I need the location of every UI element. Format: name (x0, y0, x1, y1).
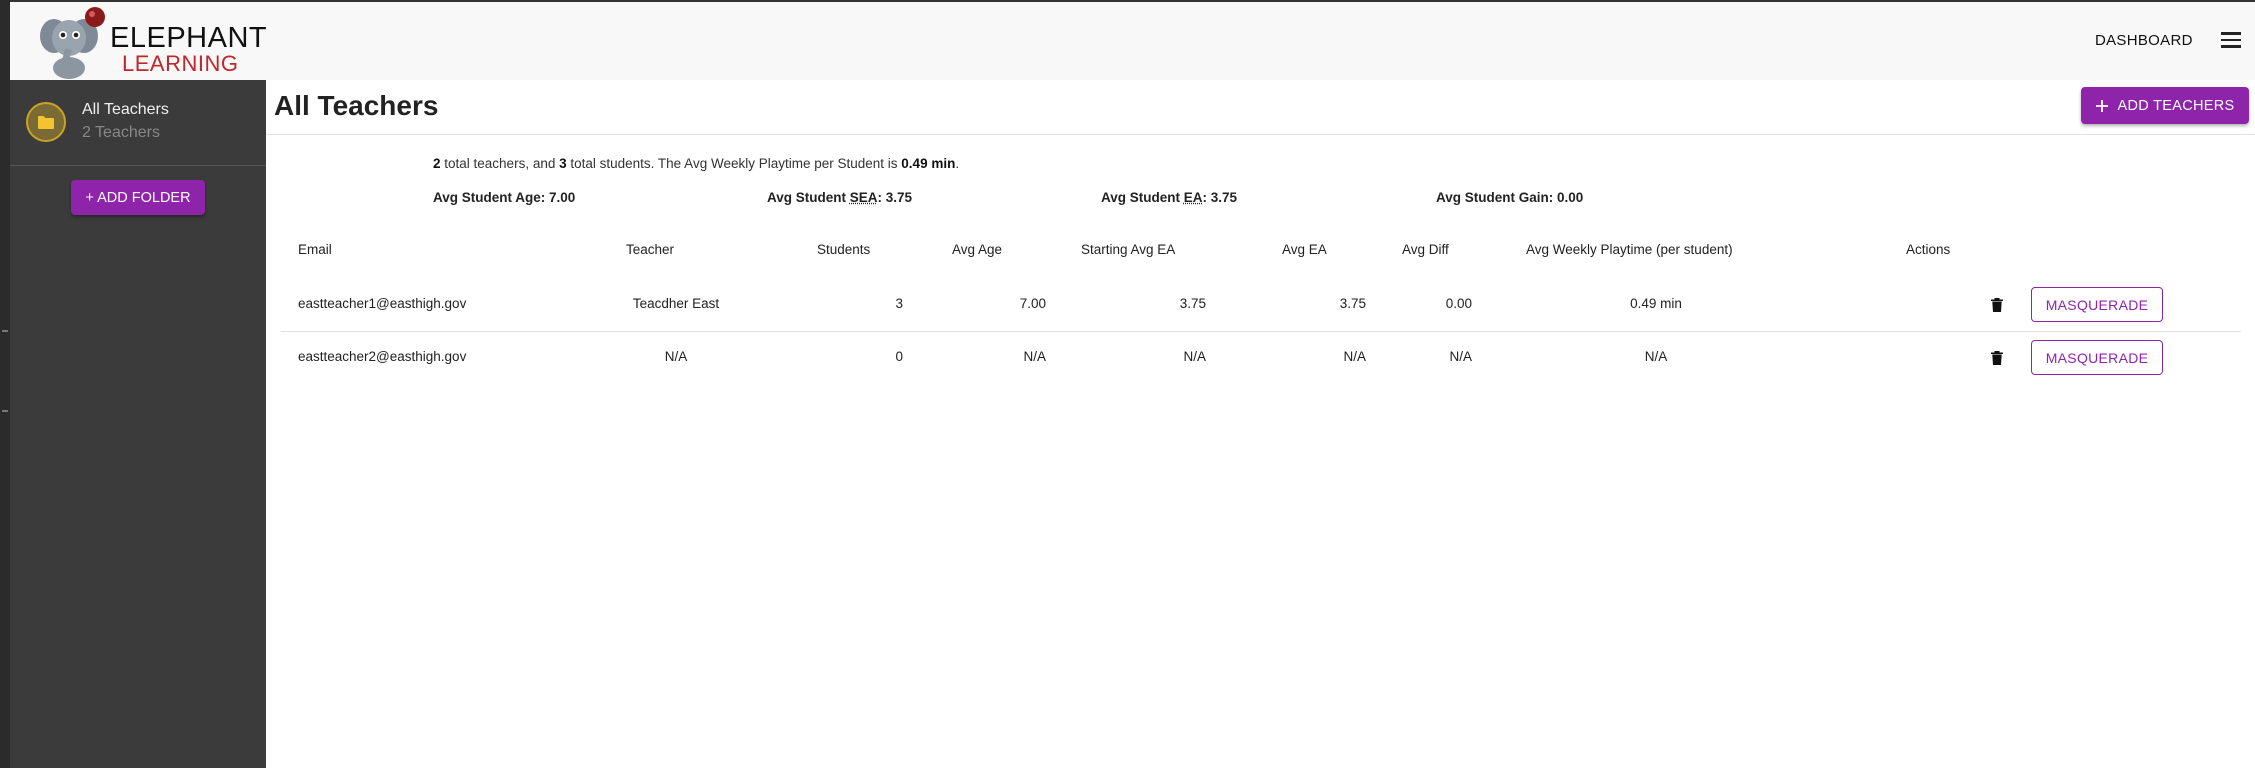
folder-teacher-count: 2 Teachers (82, 124, 160, 141)
cell-avg-age: 7.00 (1019, 296, 1046, 311)
avg-playtime-value: 0.49 min (901, 156, 956, 171)
folder-title: All Teachers (82, 101, 169, 118)
avg-student-age-stat: Avg Student Age: 7.00 (433, 190, 576, 205)
brand-logo[interactable]: ELEPHANT LEARNING (32, 6, 272, 80)
add-teachers-label: ADD TEACHERS (2117, 97, 2235, 114)
cell-email: eastteacher2@easthigh.gov (298, 349, 467, 364)
hamburger-menu-icon[interactable] (2221, 32, 2241, 48)
summary-text-part: total students. The Avg Weekly Playtime … (566, 156, 902, 171)
avg-student-gain-stat: Avg Student Gain: 0.00 (1436, 190, 1584, 205)
cell-starting-avg-ea: 3.75 (1179, 296, 1206, 311)
plus-icon (2095, 99, 2108, 112)
column-header-avg-ea[interactable]: Avg EA (1282, 242, 1327, 257)
cell-teacher: N/A (664, 349, 688, 364)
ea-abbreviation: EA (1183, 190, 1203, 205)
students-count: 3 (559, 156, 567, 171)
cell-students: 0 (895, 349, 903, 364)
column-header-actions: Actions (1906, 242, 1951, 257)
masquerade-button[interactable]: MASQUERADE (2031, 340, 2163, 375)
column-header-students[interactable]: Students (817, 242, 870, 257)
cell-avg-weekly-playtime: N/A (1644, 349, 1668, 364)
column-header-teacher[interactable]: Teacher (626, 242, 674, 257)
summary-text-part: . (955, 156, 960, 171)
folder-avatar (26, 102, 66, 142)
top-app-bar: ELEPHANT LEARNING DASHBOARD (10, 0, 2255, 80)
cell-avg-age: N/A (1023, 349, 1046, 364)
column-header-email[interactable]: Email (298, 242, 332, 257)
left-edge-strip (0, 0, 10, 768)
teachers-count: 2 (433, 156, 441, 171)
cell-avg-diff: 0.00 (1445, 296, 1472, 311)
column-header-avg-weekly-playtime[interactable]: Avg Weekly Playtime (per student) (1526, 242, 1733, 257)
folder-sidebar: All Teachers 2 Teachers + ADD FOLDER (10, 80, 266, 768)
row-divider (281, 331, 2241, 332)
brand-name-line2: LEARNING (122, 51, 239, 76)
avg-student-ea-stat: Avg Student EA: 3.75 (1101, 190, 1238, 205)
column-header-avg-diff[interactable]: Avg Diff (1402, 242, 1449, 257)
folder-icon (38, 115, 54, 129)
edge-mark (2, 410, 8, 412)
header-divider (266, 134, 2255, 135)
masquerade-button[interactable]: MASQUERADE (2031, 287, 2163, 322)
summary-text: 2 total teachers, and 3 total students. … (433, 156, 959, 171)
cell-avg-ea: N/A (1343, 349, 1366, 364)
delete-trash-icon[interactable] (1990, 297, 2004, 313)
summary-text-part: total teachers, and (440, 156, 560, 171)
main-content: All Teachers ADD TEACHERS 2 total teache… (266, 80, 2255, 768)
dashboard-nav-link[interactable]: DASHBOARD (2095, 32, 2193, 49)
sea-abbreviation: SEA (849, 190, 878, 205)
cell-email: eastteacher1@easthigh.gov (298, 296, 467, 311)
cell-avg-diff: N/A (1449, 349, 1472, 364)
page-title: All Teachers (274, 90, 439, 121)
cell-students: 3 (895, 296, 903, 311)
cell-starting-avg-ea: N/A (1183, 349, 1206, 364)
delete-trash-icon[interactable] (1990, 350, 2004, 366)
avg-student-sea-stat: Avg Student SEA: 3.75 (767, 190, 913, 205)
sidebar-item-all-teachers[interactable]: All Teachers 2 Teachers (10, 80, 266, 166)
cell-teacher: Teacdher East (632, 296, 720, 311)
edge-mark (2, 330, 8, 332)
add-teachers-button[interactable]: ADD TEACHERS (2081, 87, 2249, 124)
cell-avg-ea: 3.75 (1339, 296, 1366, 311)
column-header-avg-age[interactable]: Avg Age (952, 242, 1002, 257)
add-folder-button[interactable]: + ADD FOLDER (71, 180, 205, 215)
elephant-mascot-icon (40, 7, 105, 79)
column-header-starting-avg-ea[interactable]: Starting Avg EA (1081, 242, 1175, 257)
cell-avg-weekly-playtime: 0.49 min (1630, 296, 1682, 311)
